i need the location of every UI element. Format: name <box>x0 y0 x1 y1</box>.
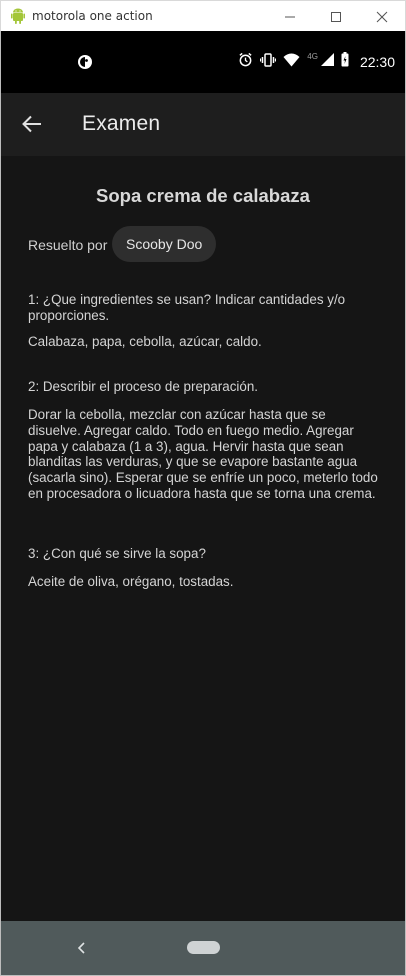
emulator-title-bar: motorola one action <box>0 0 406 31</box>
answer-1: Calabaza, papa, cebolla, azúcar, caldo. <box>28 334 262 349</box>
signal-icon <box>320 53 334 71</box>
arrow-back-icon <box>22 115 41 133</box>
answer-3: Aceite de oliva, orégano, tostadas. <box>28 574 234 589</box>
maximize-icon <box>331 11 341 22</box>
navigation-bar <box>1 921 405 976</box>
window-title: motorola one action <box>32 9 153 23</box>
close-icon <box>376 11 388 22</box>
question-3: 3: ¿Con qué se sirve la sopa? <box>28 546 206 561</box>
app-screen: Examen Sopa crema de calabaza Resuelto p… <box>1 93 405 921</box>
app-notification-icon <box>77 54 93 70</box>
maximize-button[interactable] <box>313 1 359 32</box>
answer-2: Dorar la cebolla, mezclar con azúcar has… <box>28 407 378 501</box>
nav-back-button[interactable] <box>74 939 88 957</box>
page-title: Examen <box>82 112 161 135</box>
android-icon <box>10 8 26 24</box>
back-button[interactable] <box>19 111 45 137</box>
vibrate-icon <box>260 52 277 72</box>
toolbar: Examen <box>1 93 405 156</box>
minimize-button[interactable] <box>267 1 313 32</box>
minimize-icon <box>285 16 295 17</box>
battery-icon <box>341 52 349 72</box>
alarm-icon <box>238 52 253 72</box>
network-type: 4G <box>307 51 318 61</box>
resolved-by-label: Resuelto por <box>28 237 108 253</box>
user-chip[interactable]: Scooby Doo <box>112 226 217 262</box>
status-time: 22:30 <box>359 54 395 70</box>
question-2: 2: Describir el proceso de preparación. <box>28 379 258 394</box>
close-button[interactable] <box>359 1 405 32</box>
recipe-title: Sopa crema de calabaza <box>96 185 310 206</box>
status-icons: 4G 22:30 <box>238 51 395 73</box>
home-pill-icon[interactable] <box>187 941 220 954</box>
status-bar: 4G 22:30 <box>1 31 405 93</box>
nav-back-icon <box>77 942 85 954</box>
window-controls <box>267 1 405 32</box>
question-1: 1: ¿Que ingredientes se usan? Indicar ca… <box>28 292 346 323</box>
wifi-icon <box>283 53 300 72</box>
